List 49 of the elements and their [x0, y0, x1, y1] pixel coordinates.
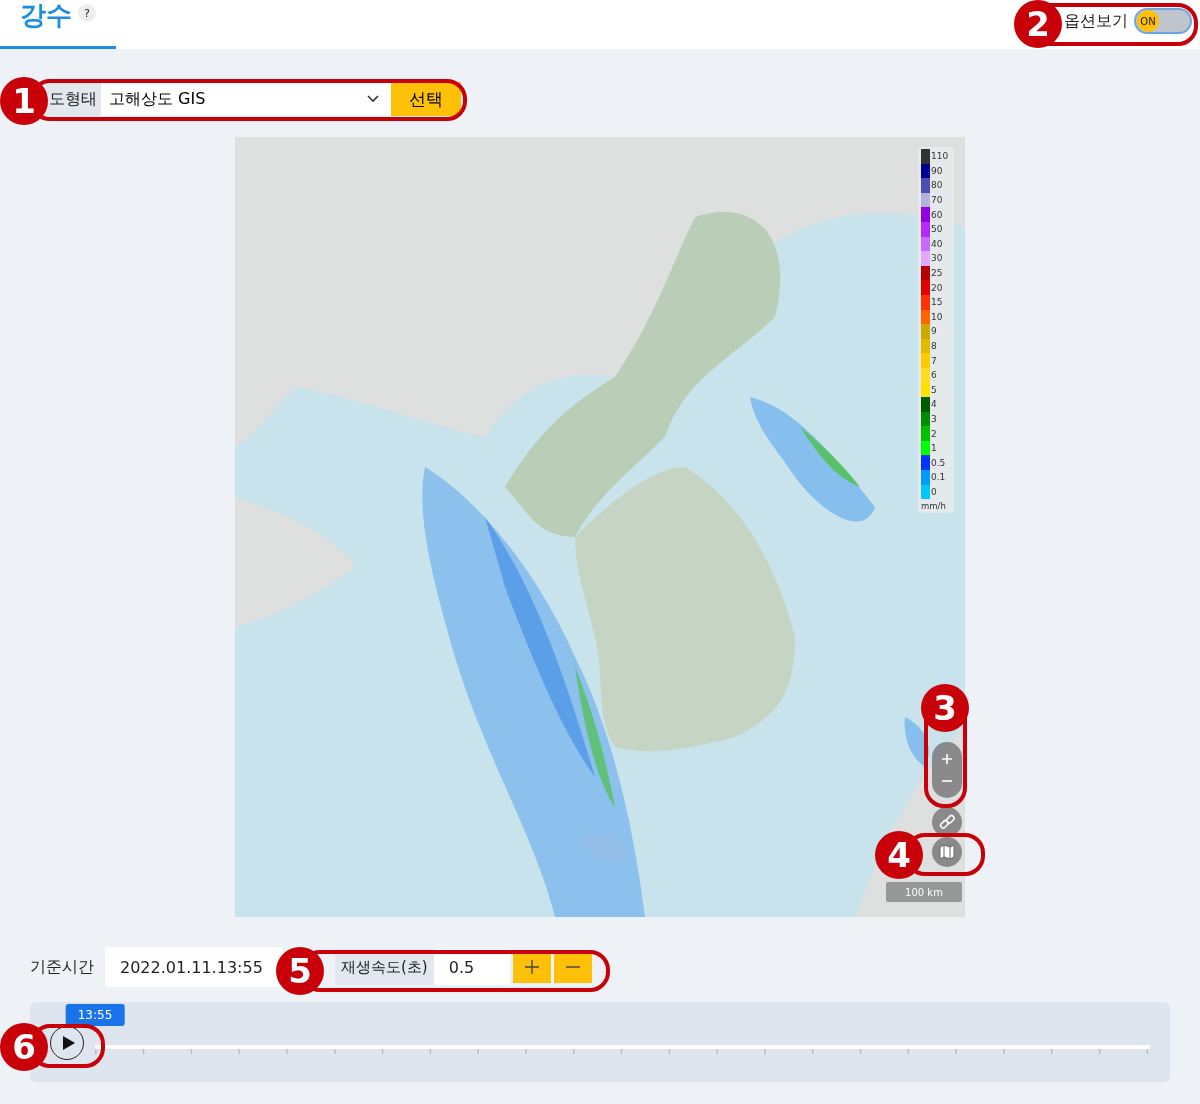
- legend-label: 1: [931, 443, 937, 454]
- legend-label: 60: [931, 209, 943, 220]
- legend-label: 50: [931, 224, 943, 235]
- map-icon: [938, 843, 956, 861]
- time-field[interactable]: 2022.01.11.13:55: [105, 947, 283, 987]
- legend-label: 5: [931, 384, 937, 395]
- legend-label: 0: [931, 486, 937, 497]
- legend-label: 10: [931, 311, 943, 322]
- legend-label: 70: [931, 195, 943, 206]
- legend-label: 9: [931, 326, 937, 337]
- legend-label: 0.1: [931, 472, 946, 483]
- play-icon: [62, 1036, 75, 1050]
- legend-label: 2: [931, 428, 937, 439]
- legend-label: 3: [931, 414, 937, 424]
- toggle-knob: ON: [1137, 10, 1159, 32]
- plus-icon[interactable]: [942, 754, 952, 764]
- legend-label: 15: [931, 297, 943, 308]
- tab[interactable]: 강수 ?: [0, 0, 116, 49]
- legend-label: 90: [931, 165, 943, 176]
- map-type-dropdown[interactable]: 고해상도 GIS: [101, 82, 391, 116]
- options-toggle[interactable]: ON: [1134, 8, 1192, 34]
- legend-label: 25: [931, 268, 943, 279]
- legend-unit: mm/h: [921, 500, 947, 512]
- plus-icon: [524, 960, 539, 974]
- legend-label: 0.5: [931, 457, 946, 468]
- legend-label: 8: [931, 341, 937, 351]
- select-button[interactable]: 선택: [391, 82, 461, 116]
- zoom-control[interactable]: [932, 742, 962, 798]
- callout-number: 5: [276, 947, 324, 995]
- legend-label: 80: [931, 180, 943, 191]
- legend-label: 110: [931, 151, 949, 162]
- legend-label: 30: [931, 253, 943, 264]
- callout-number: 1: [0, 77, 48, 125]
- page-title: 강수: [20, 0, 72, 30]
- toggle-label: 옵션보기: [1064, 10, 1128, 32]
- link-icon: [938, 813, 956, 831]
- legend-label: 40: [931, 238, 943, 249]
- legend-label: 4: [931, 399, 937, 410]
- time-label: 기준시간: [30, 956, 94, 978]
- time-tooltip[interactable]: 13:55: [65, 1004, 125, 1026]
- timeline-track[interactable]: [95, 1045, 1150, 1055]
- legend-label: 6: [931, 370, 937, 381]
- callout-number: 6: [0, 1023, 48, 1071]
- scale-bar: 100 km: [886, 882, 962, 902]
- help-badge[interactable]: ?: [78, 4, 96, 22]
- field-label: 도형태: [45, 82, 101, 116]
- legend-label: 7: [931, 355, 937, 366]
- legend-label: 20: [931, 282, 943, 293]
- chevron-icon: [367, 95, 379, 103]
